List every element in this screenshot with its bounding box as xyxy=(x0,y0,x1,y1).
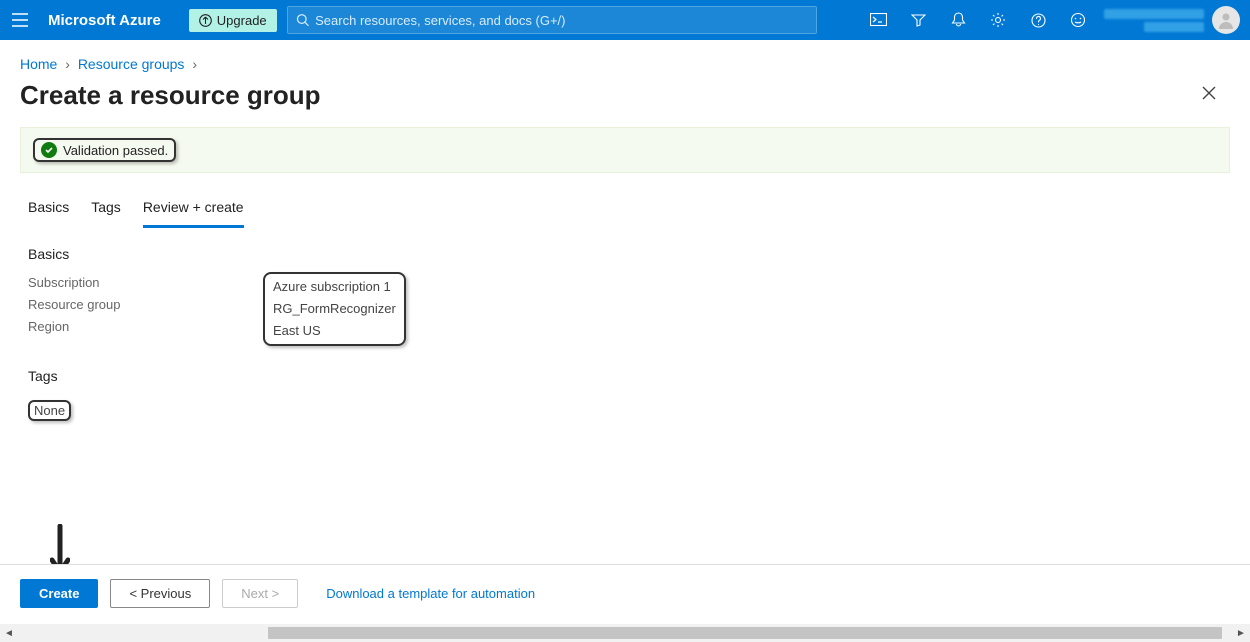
hamburger-icon[interactable] xyxy=(10,10,30,30)
region-value: East US xyxy=(273,320,321,342)
section-basics-title: Basics xyxy=(28,246,1222,262)
subscription-label: Subscription xyxy=(28,272,263,294)
section-tags-title: Tags xyxy=(28,368,1222,384)
header-icons xyxy=(860,0,1096,40)
search-input[interactable] xyxy=(315,13,808,28)
check-circle-icon xyxy=(41,142,57,158)
close-icon xyxy=(1202,86,1216,100)
upgrade-label: Upgrade xyxy=(217,13,267,28)
validation-text: Validation passed. xyxy=(63,143,168,158)
download-template-link[interactable]: Download a template for automation xyxy=(326,586,535,601)
breadcrumb-sep: › xyxy=(65,56,70,72)
breadcrumb-home[interactable]: Home xyxy=(20,56,57,72)
help-icon[interactable] xyxy=(1020,0,1056,40)
subscription-value: Azure subscription 1 xyxy=(273,276,391,298)
breadcrumb-resource-groups[interactable]: Resource groups xyxy=(78,56,185,72)
breadcrumb: Home › Resource groups › xyxy=(0,40,1250,76)
notifications-icon[interactable] xyxy=(940,0,976,40)
breadcrumb-sep: › xyxy=(192,56,197,72)
upgrade-icon xyxy=(199,14,212,27)
section-basics: Basics Subscription Resource group Regio… xyxy=(0,228,1250,350)
page-title: Create a resource group xyxy=(20,80,321,111)
upgrade-button[interactable]: Upgrade xyxy=(189,9,277,32)
page-header: Create a resource group xyxy=(0,76,1250,127)
account-menu[interactable] xyxy=(1104,6,1240,34)
azure-header: Microsoft Azure Upgrade xyxy=(0,0,1250,40)
create-button[interactable]: Create xyxy=(20,579,98,608)
scroll-right-icon[interactable]: ► xyxy=(1232,628,1250,639)
close-button[interactable] xyxy=(1196,80,1222,111)
avatar xyxy=(1212,6,1240,34)
previous-button[interactable]: < Previous xyxy=(110,579,210,608)
next-button: Next > xyxy=(222,579,298,608)
filter-icon[interactable] xyxy=(900,0,936,40)
tab-basics[interactable]: Basics xyxy=(28,193,69,228)
scroll-thumb[interactable] xyxy=(268,627,1222,639)
section-tags: Tags None xyxy=(0,350,1250,425)
settings-gear-icon[interactable] xyxy=(980,0,1016,40)
region-label: Region xyxy=(28,316,263,338)
horizontal-scrollbar[interactable]: ◄ ► xyxy=(0,624,1250,642)
search-icon xyxy=(296,13,309,27)
tab-review-create[interactable]: Review + create xyxy=(143,193,244,228)
account-label xyxy=(1104,9,1204,32)
resource-group-value: RG_FormRecognizer xyxy=(273,298,396,320)
validation-banner: Validation passed. xyxy=(20,127,1230,173)
footer-bar: Create < Previous Next > Download a temp… xyxy=(0,564,1250,622)
scroll-left-icon[interactable]: ◄ xyxy=(0,628,18,639)
resource-group-label: Resource group xyxy=(28,294,263,316)
search-box[interactable] xyxy=(287,6,817,34)
values-highlight-box: Azure subscription 1 RG_FormRecognizer E… xyxy=(263,272,406,346)
brand[interactable]: Microsoft Azure xyxy=(48,12,161,29)
tabs: Basics Tags Review + create xyxy=(0,181,1250,228)
cloud-shell-icon[interactable] xyxy=(860,0,896,40)
scroll-track[interactable] xyxy=(18,625,1232,641)
feedback-icon[interactable] xyxy=(1060,0,1096,40)
tab-tags[interactable]: Tags xyxy=(91,193,121,228)
tags-none: None xyxy=(28,400,71,421)
